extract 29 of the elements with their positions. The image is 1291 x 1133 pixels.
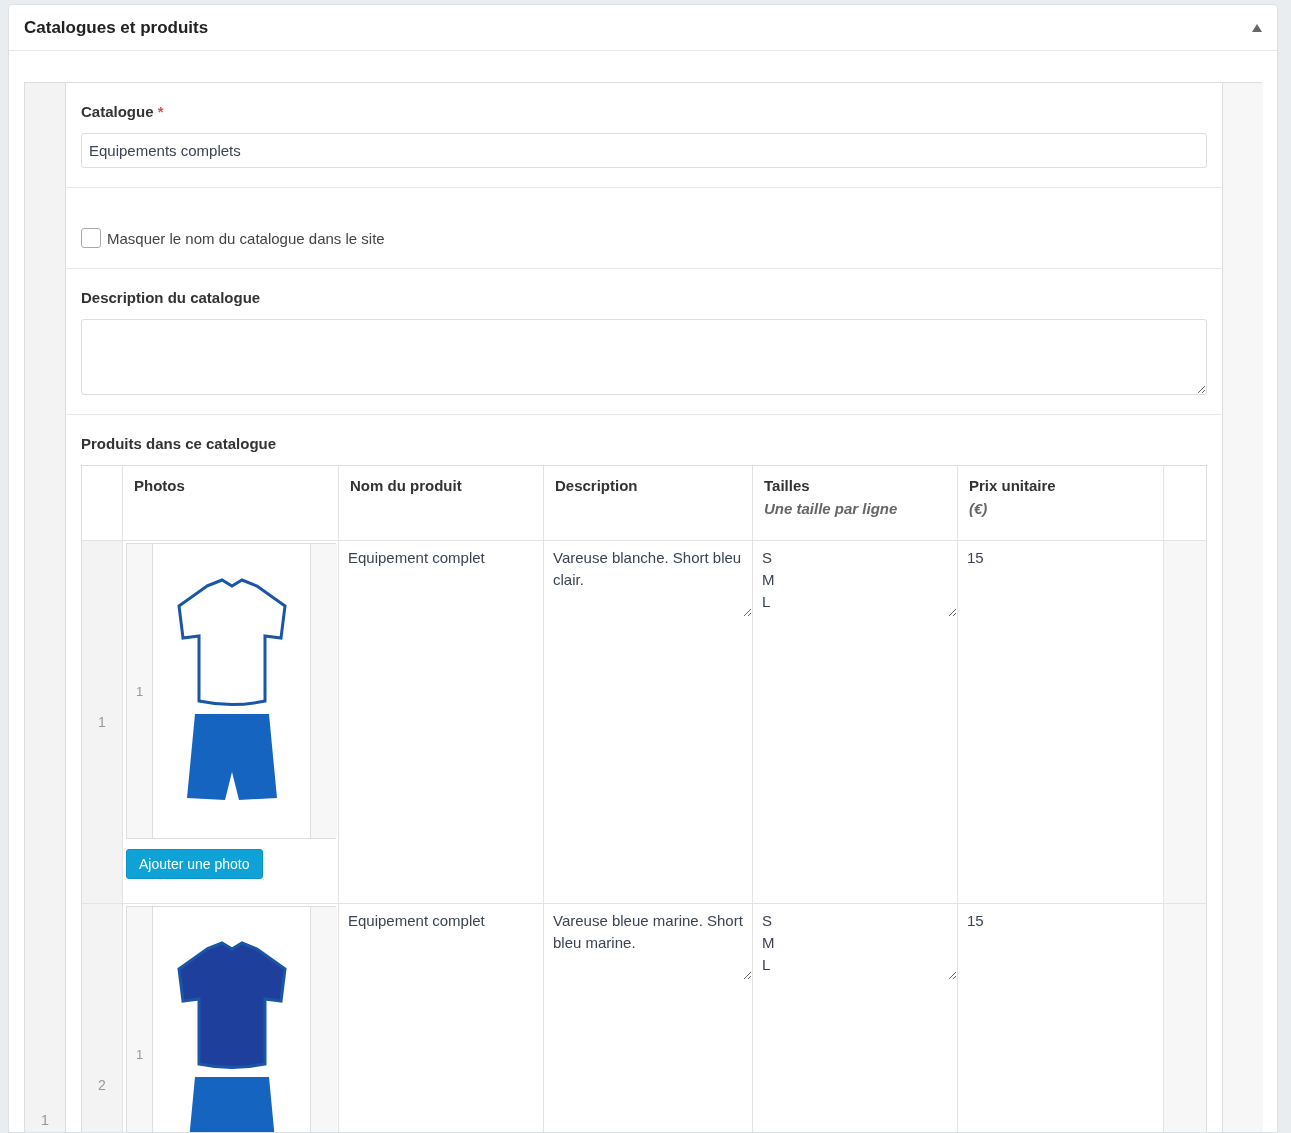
column-header: Description (555, 477, 639, 494)
input-field[interactable]: Vareuse bleue marine. Short bleu marine. (544, 904, 752, 980)
column-header: Photos (134, 477, 186, 494)
input-field[interactable]: Equipement complet (339, 904, 543, 938)
input-field[interactable]: Equipement complet (339, 541, 543, 575)
column-hint: Une taille par ligne (764, 500, 899, 517)
section-label: Produits dans ce catalogue (81, 435, 278, 452)
row-index: 2 (98, 1077, 106, 1093)
field-label: Catalogue * (81, 103, 165, 120)
checkbox-label: Masquer le nom du catalogue dans le site (107, 229, 385, 247)
photo-index: 1 (135, 683, 144, 699)
input-field[interactable]: S M L (753, 541, 957, 617)
item-index: 1 (40, 1110, 50, 1128)
input-field[interactable]: 15 (958, 904, 1163, 938)
caret-icon[interactable] (1252, 23, 1262, 32)
input-field[interactable]: Equipements complets (81, 133, 1207, 168)
row-index: 1 (98, 714, 106, 730)
field-label: Description du catalogue (81, 289, 262, 306)
column-header: Nom du produit (350, 477, 463, 494)
column-header: Prix unitaire (969, 477, 1057, 494)
input-field[interactable]: Vareuse blanche. Short bleu clair. (544, 541, 752, 617)
column-hint: (€) (969, 500, 989, 517)
text-area[interactable] (81, 319, 1207, 395)
photo-index: 1 (135, 1046, 144, 1062)
column-header: Tailles (764, 477, 811, 494)
input-field[interactable]: 15 (958, 541, 1163, 575)
panel-title: Catalogues et produits (24, 17, 209, 38)
input-field[interactable]: S M L (753, 904, 957, 980)
checkbox[interactable] (81, 228, 101, 248)
